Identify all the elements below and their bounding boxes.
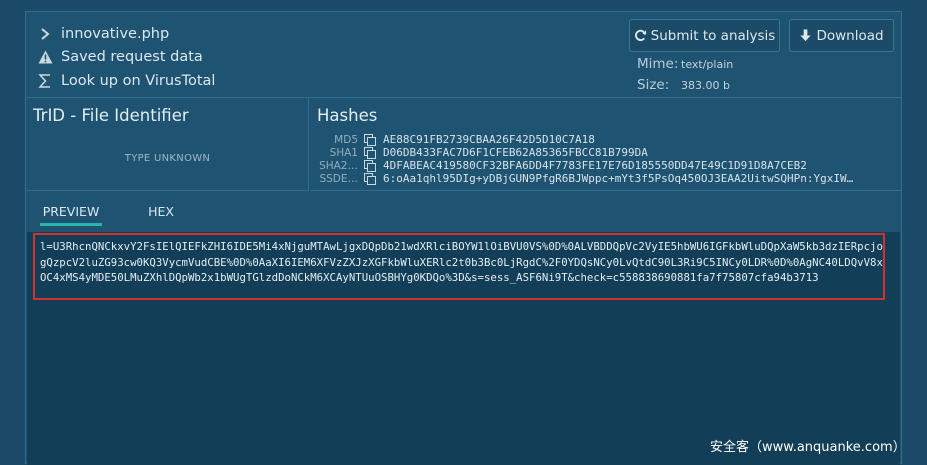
saved-request-link[interactable]: Saved request data [61, 49, 203, 65]
hash-value: AE88C91FB2739CBAA26F42D5D10C7A18 [383, 133, 595, 146]
warning-icon [37, 49, 53, 65]
hash-value: 6:oAa1qhl95DIg+yDBjGUN9PfgR6BJWppc+mYt3f… [383, 172, 854, 185]
preview-pane[interactable]: l=U3RhcnQNCkxvY2FsIElQIEFkZHI6IDE5Mi4xNj… [27, 232, 900, 465]
file-report-panel: innovative.php Saved request data Look u… [25, 11, 902, 465]
hash-row-md5: MD5 AE88C91FB2739CBAA26F42D5D10C7A18 [310, 133, 903, 146]
size-row: Size: 383.00 b [637, 76, 730, 94]
tab-preview[interactable]: PREVIEW [40, 204, 102, 226]
hash-value: D06DB433FAC7D6F1CFEB62A85365FBCC81B799DA [383, 146, 648, 159]
sigma-icon [37, 73, 53, 89]
hash-key: SHA2… [319, 159, 358, 172]
hash-value: 4DFABEAC419580CF32BFA6DD4F7783FE17E76D18… [383, 159, 807, 172]
download-icon [800, 29, 812, 42]
hash-key: SSDE… [319, 172, 358, 185]
size-label: Size: [637, 77, 670, 93]
hashes-panel: Hashes MD5 AE88C91FB2739CBAA26F42D5D10C7… [310, 98, 901, 191]
download-button[interactable]: Download [789, 19, 894, 52]
file-name: innovative.php [61, 26, 170, 42]
mime-row: Mime: text/plain [637, 55, 733, 73]
refresh-icon [634, 29, 646, 41]
watermark: 安全客（www.anquanke.com） [710, 440, 906, 455]
submit-analysis-button[interactable]: Submit to analysis [629, 19, 780, 52]
tab-hex[interactable]: HEX [144, 204, 178, 226]
hash-row-ssdeep: SSDE… 6:oAa1qhl95DIg+yDBjGUN9PfgR6BJWppc… [310, 172, 903, 185]
hash-key: SHA1 [329, 146, 358, 159]
trid-title: TrID - File Identifier [33, 106, 189, 125]
file-info-panel: innovative.php Saved request data Look u… [26, 12, 901, 98]
mime-value: text/plain [681, 57, 734, 71]
download-label: Download [816, 27, 884, 44]
hash-row-sha256: SHA2… 4DFABEAC419580CF32BFA6DD4F7783FE17… [310, 159, 903, 172]
virustotal-link[interactable]: Look up on VirusTotal [61, 73, 215, 89]
saved-request-row[interactable]: Saved request data [37, 46, 203, 68]
virustotal-row[interactable]: Look up on VirusTotal [37, 70, 215, 92]
copy-icon[interactable] [364, 159, 376, 172]
mime-label: Mime: [637, 56, 679, 72]
copy-icon[interactable] [364, 133, 376, 146]
hashes-title: Hashes [317, 106, 378, 125]
hash-row-sha1: SHA1 D06DB433FAC7D6F1CFEB62A85365FBCC81B… [310, 146, 903, 159]
file-name-row: innovative.php [37, 23, 169, 45]
copy-icon[interactable] [364, 172, 376, 185]
trid-panel: TrID - File Identifier TYPE UNKNOWN [26, 98, 309, 191]
hash-key: MD5 [334, 133, 358, 146]
submit-analysis-label: Submit to analysis [650, 27, 776, 44]
size-value: 383.00 b [681, 78, 730, 92]
preview-content: l=U3RhcnQNCkxvY2FsIElQIEFkZHI6IDE5Mi4xNj… [33, 233, 885, 300]
trid-type: TYPE UNKNOWN [124, 153, 211, 164]
copy-icon[interactable] [364, 146, 376, 159]
chevron-right-icon [37, 26, 53, 42]
